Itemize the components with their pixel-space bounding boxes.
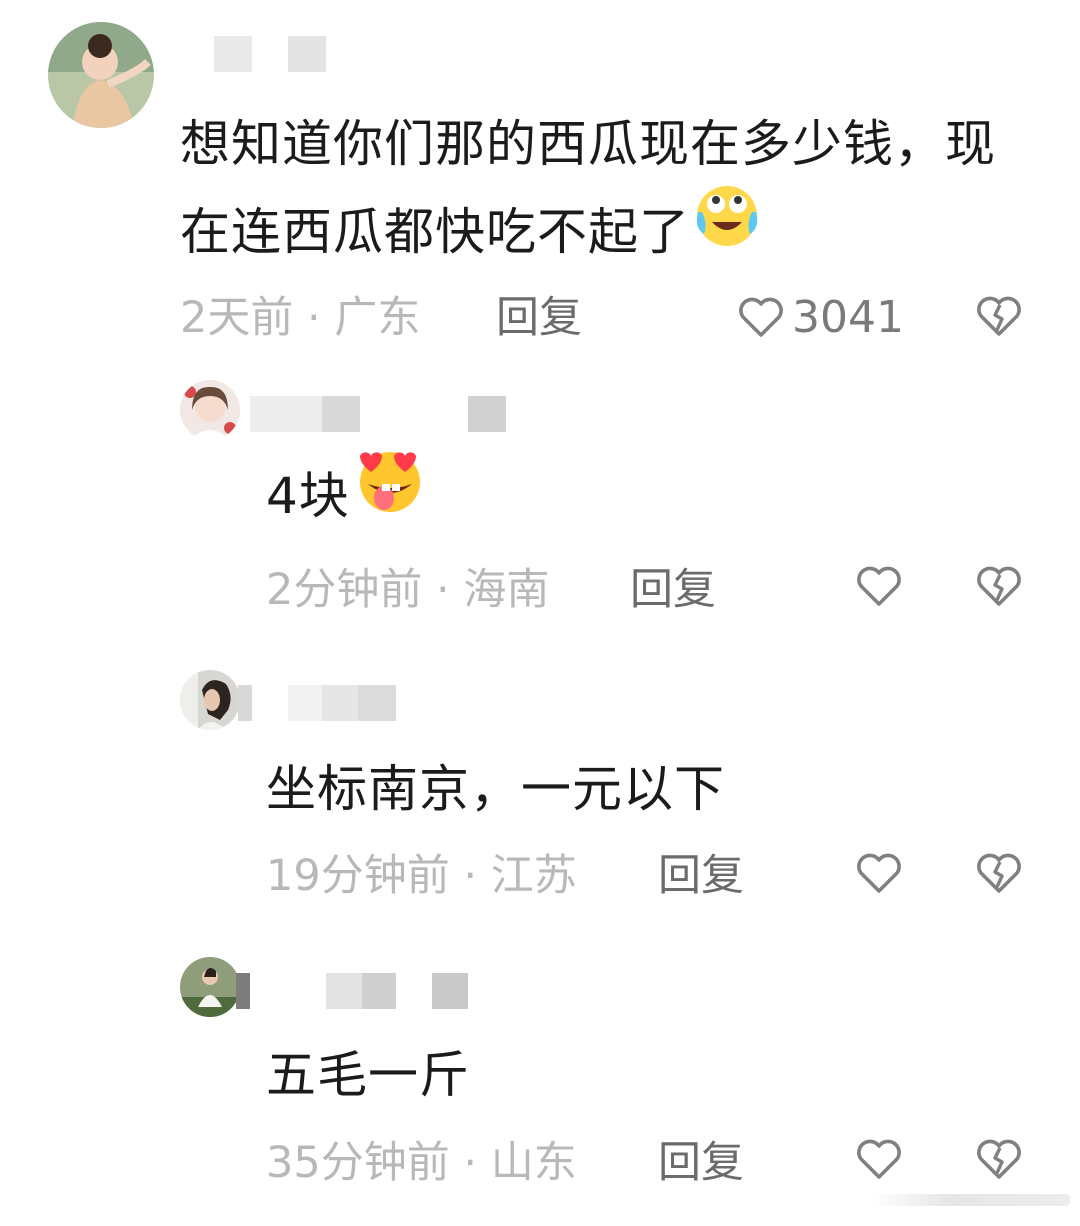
like-button[interactable] xyxy=(856,1139,902,1181)
username-blurred[interactable] xyxy=(236,973,468,1009)
separator: · xyxy=(293,293,335,343)
reply-button[interactable]: 回复 xyxy=(630,564,716,616)
broken-heart-icon xyxy=(976,296,1022,342)
username-blurred[interactable] xyxy=(250,396,506,432)
watermark xyxy=(870,1194,1070,1206)
dislike-button[interactable] xyxy=(976,1139,1022,1185)
avatar[interactable] xyxy=(180,957,240,1017)
heart-outline-icon xyxy=(856,853,902,895)
heart-eyes-tongue-emoji xyxy=(352,446,426,541)
reply-text: 五毛一斤 xyxy=(266,1046,470,1104)
broken-heart-icon xyxy=(976,1139,1022,1185)
reply-item: 坐标南京，一元以下 19分钟前 · 江苏 回复 xyxy=(0,645,1080,935)
timestamp: 35分钟前 xyxy=(266,1138,450,1188)
timestamp: 2分钟前 xyxy=(266,565,423,615)
reply-text: 4块 xyxy=(266,452,426,547)
comment-meta: 2天前 · 广东 xyxy=(180,292,420,344)
crying-laughing-emoji xyxy=(692,184,762,275)
reply-meta: 2分钟前 · 海南 xyxy=(266,564,549,616)
timestamp: 2天前 xyxy=(180,293,294,343)
reply-meta: 35分钟前 · 山东 xyxy=(266,1137,577,1189)
dislike-button[interactable] xyxy=(976,853,1022,899)
main-comment: 想知道你们那的西瓜现在多少钱，现在连西瓜都快吃不起了 2天前 · 广东 回复 3… xyxy=(0,0,1080,360)
username-blurred[interactable] xyxy=(238,685,396,721)
location: 江苏 xyxy=(490,851,577,901)
avatar[interactable] xyxy=(48,22,154,128)
broken-heart-icon xyxy=(976,566,1022,612)
like-button[interactable]: 3041 xyxy=(738,292,904,344)
reply-item: 五毛一斤 35分钟前 · 山东 回复 xyxy=(0,935,1080,1226)
reply-item: 4块 2分钟前 · 海南 回复 xyxy=(0,360,1080,645)
heart-outline-icon xyxy=(856,1139,902,1181)
like-button[interactable] xyxy=(856,566,902,608)
separator: · xyxy=(449,1138,491,1188)
reply-button[interactable]: 回复 xyxy=(658,1137,744,1189)
broken-heart-icon xyxy=(976,853,1022,899)
separator: · xyxy=(449,851,491,901)
dislike-button[interactable] xyxy=(976,296,1022,342)
reply-text: 坐标南京，一元以下 xyxy=(266,760,725,818)
username-blurred[interactable] xyxy=(214,36,326,72)
reply-meta: 19分钟前 · 江苏 xyxy=(266,850,577,902)
avatar[interactable] xyxy=(180,670,240,730)
like-button[interactable] xyxy=(856,853,902,895)
heart-outline-icon xyxy=(856,566,902,608)
reply-button[interactable]: 回复 xyxy=(496,292,582,344)
dislike-button[interactable] xyxy=(976,566,1022,612)
comment-text: 想知道你们那的西瓜现在多少钱，现在连西瓜都快吃不起了 xyxy=(180,100,1040,281)
location: 山东 xyxy=(490,1138,577,1188)
location: 广东 xyxy=(334,293,421,343)
location: 海南 xyxy=(463,565,550,615)
heart-outline-icon xyxy=(738,297,784,339)
like-count: 3041 xyxy=(792,292,904,343)
avatar[interactable] xyxy=(180,380,240,440)
separator: · xyxy=(422,565,464,615)
reply-button[interactable]: 回复 xyxy=(658,850,744,902)
timestamp: 19分钟前 xyxy=(266,851,450,901)
